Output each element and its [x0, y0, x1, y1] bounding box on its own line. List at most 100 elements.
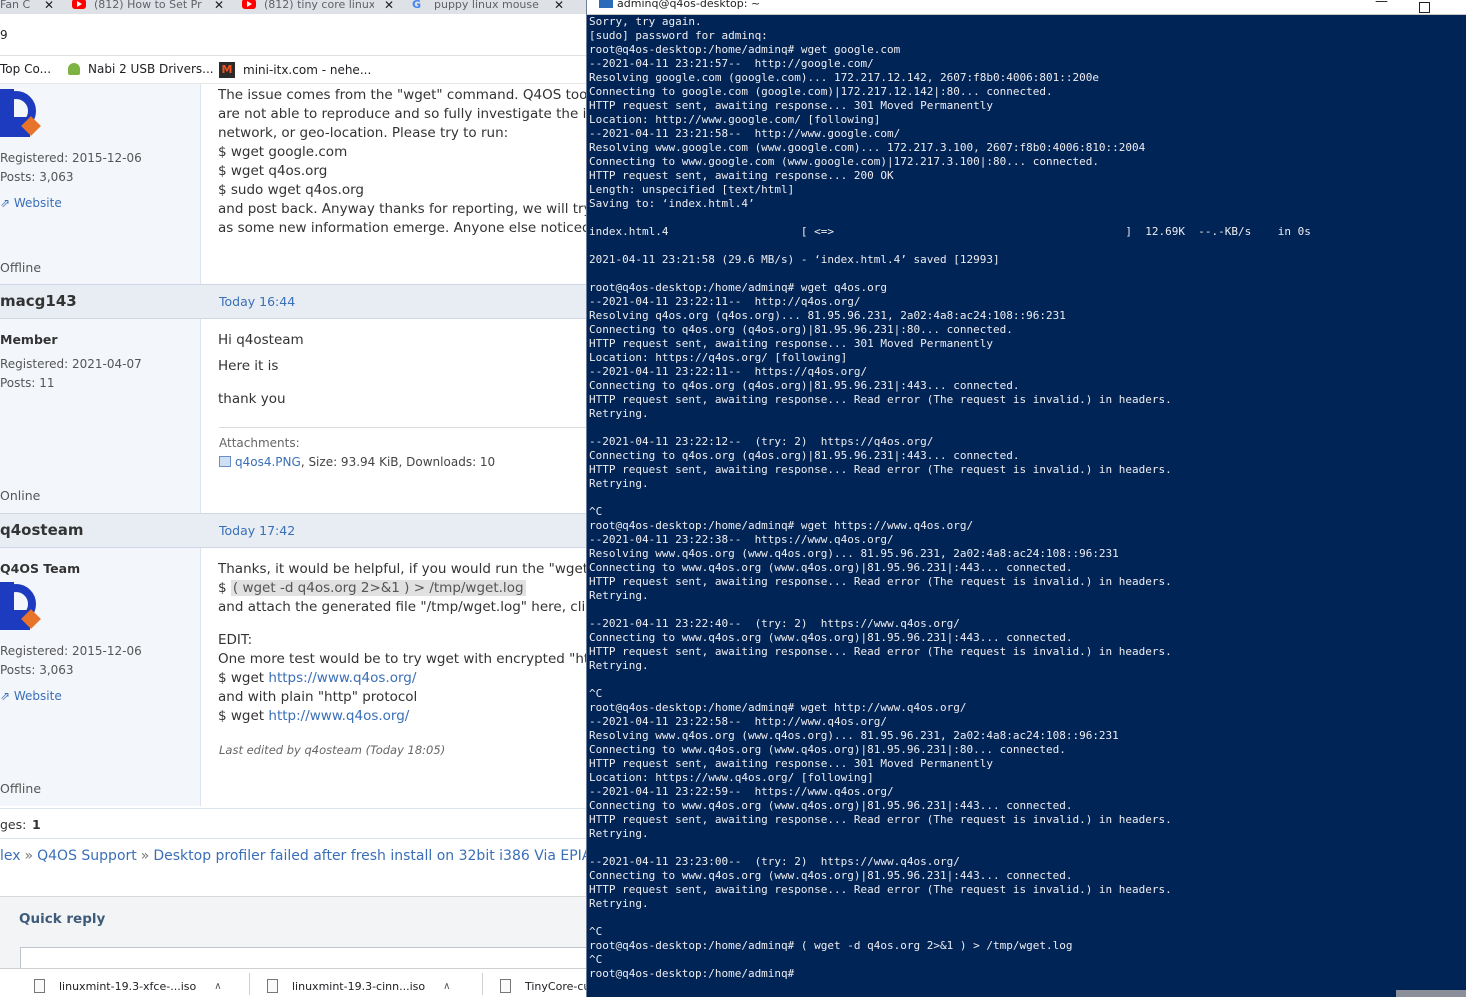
tab-4-title: puppy linux mouse — [434, 0, 539, 11]
quick-reply-title: Quick reply — [19, 911, 106, 927]
post-date[interactable]: Today 17:42 — [219, 523, 295, 538]
post-text-line: $ wget google.com — [218, 144, 348, 160]
https-link[interactable]: https://www.q4os.org/ — [268, 670, 416, 686]
terminal-line: Connecting to www.q4os.org (www.q4os.org… — [589, 869, 1073, 882]
terminal-line: Location: https://q4os.org/ [following] — [589, 351, 848, 364]
terminal-line: HTTP request sent, awaiting response... … — [589, 393, 1172, 406]
breadcrumb-support[interactable]: Q4OS Support — [37, 848, 137, 864]
post-header: q4osteam Today 17:42 — [0, 513, 588, 548]
terminal-line: Connecting to www.google.com (www.google… — [589, 155, 1099, 168]
terminal-line: --2021-04-11 23:22:11-- http://q4os.org/ — [589, 295, 861, 308]
download-item[interactable]: TinyCore-current.iso — [500, 979, 588, 993]
user-card: Member Registered: 2021-04-07 Posts: 11 … — [0, 319, 201, 513]
post-header: macg143 Today 16:44 — [0, 284, 588, 319]
bookmark-mini-itx[interactable]: M mini-itx.com - nehe... — [219, 62, 371, 78]
close-icon[interactable]: ✕ — [214, 0, 224, 12]
username[interactable]: macg143 — [0, 292, 77, 310]
username[interactable]: q4osteam — [0, 521, 84, 539]
terminal-line: root@q4os-desktop:/home/adminq# ( wget -… — [589, 939, 1073, 952]
post-text-line: EDIT: — [218, 632, 253, 648]
terminal-line: HTTP request sent, awaiting response... … — [589, 645, 1172, 658]
post-count: Posts: 3,063 — [0, 663, 74, 677]
command-prefix: $ wget — [218, 670, 269, 686]
attachment-link[interactable]: q4os4.PNG — [235, 455, 301, 469]
terminal-output[interactable]: Sorry, try again. [sudo] password for adm… — [589, 15, 1465, 997]
address-bar[interactable]: 9 — [0, 14, 588, 56]
online-status: Offline — [0, 260, 42, 275]
terminal-line: HTTP request sent, awaiting response... … — [589, 99, 993, 112]
terminal-line: Retrying. — [589, 407, 649, 420]
post-text-line: $ sudo wget q4os.org — [218, 182, 364, 198]
close-icon[interactable]: ✕ — [554, 0, 564, 12]
post-text-line: as some new information emerge. Anyone e… — [218, 220, 588, 236]
command-prefix: $ wget — [218, 708, 269, 724]
download-item[interactable]: linuxmint-19.3-cinn...iso ∧ — [267, 979, 450, 993]
scrollbar-thumb[interactable] — [1396, 990, 1466, 997]
external-link-icon: ⇗ — [0, 196, 14, 210]
user-card: Q4OS Team Registered: 2015-12-06 Posts: … — [0, 548, 201, 806]
post-count: Posts: 3,063 — [0, 170, 74, 184]
maximize-button[interactable] — [1419, 2, 1430, 13]
android-icon — [68, 63, 80, 75]
post-text-line: and attach the generated file "/tmp/wget… — [218, 599, 588, 615]
downloads-bar: linuxmint-19.3-xfce-...iso ∧ linuxmint-1… — [0, 968, 588, 997]
terminal-line: Resolving www.google.com (www.google.com… — [589, 141, 1146, 154]
post-code-line: $ ( wget -d q4os.org 2>&1 ) > /tmp/wget.… — [218, 580, 526, 596]
file-icon — [500, 979, 511, 993]
bookmark-label: mini-itx.com - nehe... — [243, 63, 372, 77]
breadcrumb-topic[interactable]: Desktop profiler failed after fresh inst… — [153, 848, 588, 864]
bookmark-label: Nabi 2 USB Drivers... — [88, 62, 214, 76]
bookmark-top-co[interactable]: Top Co... — [0, 62, 51, 76]
download-item[interactable]: linuxmint-19.3-xfce-...iso ∧ — [34, 979, 222, 993]
quick-reply-panel: Quick reply — [0, 896, 588, 977]
terminal-line: Connecting to google.com (google.com)|17… — [589, 85, 1053, 98]
post-text-line: Hi q4osteam — [218, 332, 304, 348]
website-link[interactable]: ⇗ Website — [0, 196, 62, 210]
terminal-line: --2021-04-11 23:22:59-- https://www.q4os… — [589, 785, 894, 798]
website-label: Website — [13, 196, 62, 210]
terminal-window[interactable]: adminq@q4os-desktop: ~ — Sorry, try agai… — [586, 0, 1466, 997]
close-icon[interactable]: ✕ — [384, 0, 394, 12]
post-text-line: are not able to reproduce and so fully i… — [218, 106, 588, 122]
terminal-titlebar[interactable]: adminq@q4os-desktop: ~ — — [587, 0, 1466, 15]
website-link[interactable]: ⇗ Website — [0, 689, 62, 703]
tab-1[interactable]: Fan C ✕ — [0, 0, 60, 14]
minimize-button[interactable]: — — [1375, 0, 1388, 9]
terminal-line: --2021-04-11 23:22:12-- (try: 2) https:/… — [589, 435, 934, 448]
terminal-line: Retrying. — [589, 659, 649, 672]
chevron-up-icon[interactable]: ∧ — [214, 981, 221, 992]
breadcrumb: lex» Q4OS Support» Desktop profiler failed… — [0, 838, 588, 878]
terminal-line: Location: http://www.google.com/ [follow… — [589, 113, 881, 126]
terminal-line: Resolving www.q4os.org (www.q4os.org)...… — [589, 729, 1119, 742]
http-link[interactable]: http://www.q4os.org/ — [268, 708, 409, 724]
pagination: ges: 1 — [0, 808, 588, 838]
google-icon: G — [412, 0, 422, 11]
terminal-line: HTTP request sent, awaiting response... … — [589, 575, 1172, 588]
close-icon[interactable]: ✕ — [44, 0, 54, 12]
tab-3[interactable]: (812) tiny core linux ✕ — [232, 0, 400, 14]
tab-2[interactable]: (812) How to Set Pr ✕ — [62, 0, 230, 14]
terminal-line: Connecting to www.q4os.org (www.q4os.org… — [589, 799, 1073, 812]
terminal-line: Retrying. — [589, 477, 649, 490]
current-page: 1 — [32, 817, 41, 832]
tab-4[interactable]: G puppy linux mouse ✕ — [402, 0, 570, 14]
breadcrumb-index[interactable]: lex — [0, 848, 21, 864]
terminal-line: Retrying. — [589, 827, 649, 840]
bookmark-nabi[interactable]: Nabi 2 USB Drivers... — [68, 62, 214, 76]
chevron-up-icon[interactable]: ∧ — [443, 981, 450, 992]
terminal-line: [sudo] password for adminq: — [589, 29, 768, 42]
terminal-line: HTTP request sent, awaiting response... … — [589, 169, 894, 182]
terminal-line: --2021-04-11 23:21:57-- http://google.co… — [589, 57, 874, 70]
file-icon — [267, 979, 278, 993]
post-date[interactable]: Today 16:44 — [219, 294, 295, 309]
terminal-line: --2021-04-11 23:21:58-- http://www.googl… — [589, 127, 901, 140]
image-file-icon — [219, 456, 231, 467]
miniitx-icon: M — [219, 62, 235, 78]
tab-2-title: (812) How to Set Pr — [94, 0, 202, 11]
